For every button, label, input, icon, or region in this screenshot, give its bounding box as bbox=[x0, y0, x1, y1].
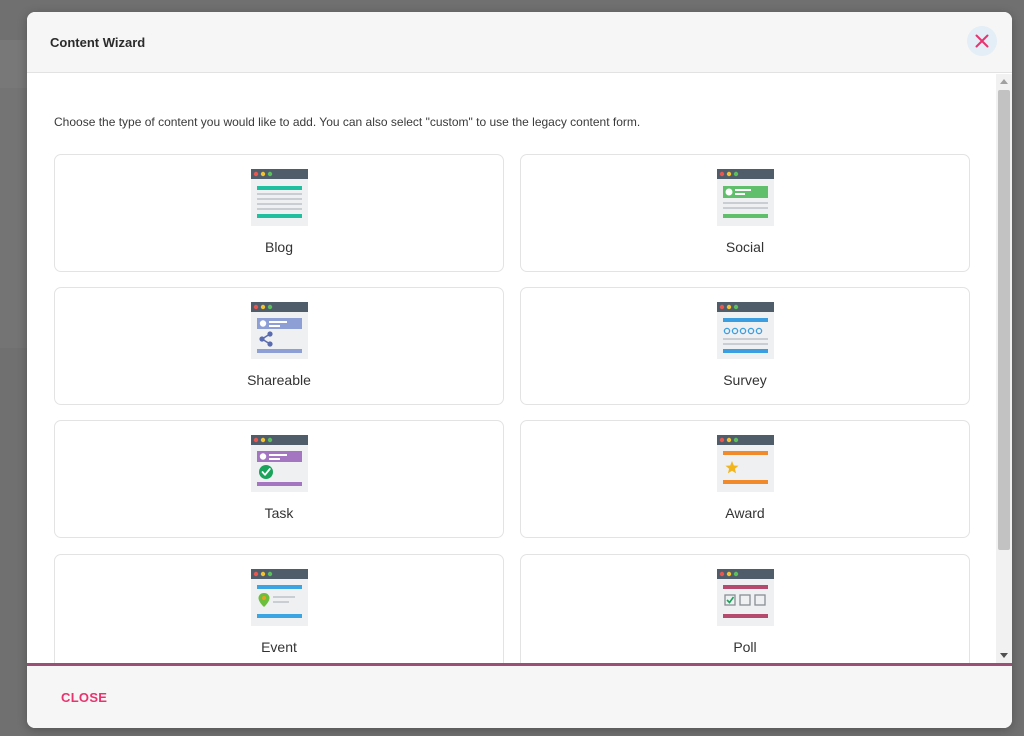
poll-icon bbox=[717, 569, 774, 626]
blog-icon bbox=[251, 169, 308, 226]
card-label: Task bbox=[264, 505, 294, 521]
modal-body: Choose the type of content you would lik… bbox=[27, 74, 1012, 663]
content-type-card-shareable[interactable]: Shareable bbox=[54, 287, 504, 405]
award-icon bbox=[717, 435, 774, 492]
content-type-card-award[interactable]: Award bbox=[520, 420, 970, 538]
survey-icon bbox=[717, 302, 774, 359]
card-label: Shareable bbox=[247, 372, 311, 388]
close-icon bbox=[975, 34, 989, 48]
content-type-card-poll[interactable]: Poll bbox=[520, 554, 970, 663]
backdrop-band bbox=[0, 88, 28, 348]
modal-header: Content Wizard bbox=[27, 12, 1012, 73]
card-label: Blog bbox=[264, 239, 294, 255]
close-button[interactable]: CLOSE bbox=[61, 690, 107, 705]
social-icon bbox=[717, 169, 774, 226]
content-wizard-modal: Content Wizard Choose the type of conten… bbox=[27, 12, 1012, 728]
card-label: Social bbox=[725, 239, 765, 255]
card-label: Event bbox=[261, 639, 297, 655]
task-icon bbox=[251, 435, 308, 492]
scroll-up-button[interactable] bbox=[996, 74, 1012, 88]
event-icon bbox=[251, 569, 308, 626]
close-modal-button[interactable] bbox=[967, 26, 997, 56]
modal-footer: CLOSE bbox=[27, 666, 1012, 728]
body-scrollbar[interactable] bbox=[996, 74, 1012, 663]
card-label: Poll bbox=[733, 639, 757, 655]
scroll-down-button[interactable] bbox=[996, 649, 1012, 663]
content-type-card-task[interactable]: Task bbox=[54, 420, 504, 538]
card-label: Award bbox=[725, 505, 765, 521]
scrollbar-thumb[interactable] bbox=[998, 90, 1010, 550]
content-type-card-survey[interactable]: Survey bbox=[520, 287, 970, 405]
scroll-down-icon bbox=[1000, 653, 1008, 658]
shareable-icon bbox=[251, 302, 308, 359]
content-type-card-event[interactable]: Event bbox=[54, 554, 504, 663]
scroll-up-icon bbox=[1000, 79, 1008, 84]
backdrop-band bbox=[0, 40, 28, 88]
intro-text: Choose the type of content you would lik… bbox=[54, 115, 641, 129]
card-label: Survey bbox=[723, 372, 767, 388]
content-type-card-social[interactable]: Social bbox=[520, 154, 970, 272]
modal-title: Content Wizard bbox=[50, 35, 146, 50]
content-type-card-blog[interactable]: Blog bbox=[54, 154, 504, 272]
